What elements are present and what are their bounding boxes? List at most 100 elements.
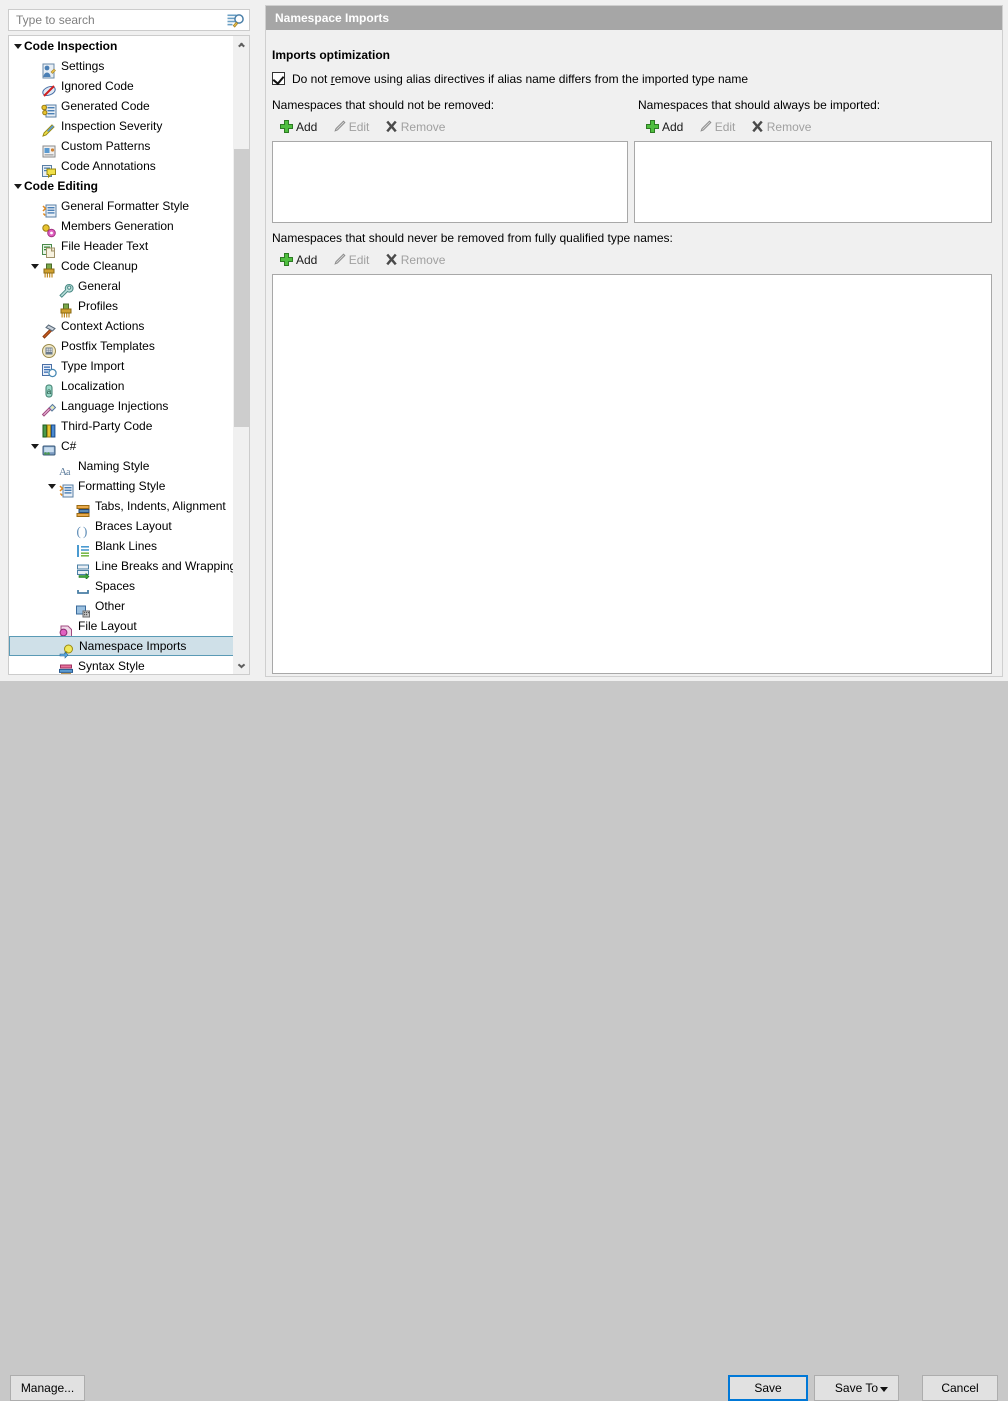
- tree-item-label: Naming Style: [78, 459, 150, 473]
- tree-item-braces-layout[interactable]: () Braces Layout: [9, 516, 235, 539]
- tree-item-custom-patterns[interactable]: Custom Patterns: [9, 136, 235, 158]
- tree-item-namespace-imports[interactable]: Namespace Imports: [9, 636, 235, 659]
- alias-directives-checkbox[interactable]: [272, 72, 285, 86]
- tree-item-blank-lines[interactable]: Blank Lines: [9, 536, 235, 557]
- group-1-listbox[interactable]: [634, 141, 992, 223]
- tree-item-label: Type Import: [61, 359, 125, 373]
- tree-item-label: Tabs, Indents, Alignment: [95, 499, 226, 513]
- pencil-icon: [332, 119, 347, 134]
- tree-scrollbar[interactable]: [233, 36, 249, 674]
- tree-item-label: Code Cleanup: [61, 259, 138, 273]
- chevron-down-icon: [238, 663, 246, 669]
- tree-item-profiles[interactable]: Profiles: [9, 296, 235, 318]
- group-0-add-button[interactable]: Add: [279, 118, 317, 136]
- tree-item-code-annotations[interactable]: Code Annotations: [9, 156, 235, 179]
- tree-item-c[interactable]: C#: [9, 436, 235, 456]
- tree-item-inspection-severity[interactable]: Inspection Severity: [9, 116, 235, 137]
- group-0-remove-label: Remove: [400, 120, 446, 134]
- tree-item-general-formatter-style[interactable]: General Formatter Style: [9, 196, 235, 218]
- tree-item-label: Inspection Severity: [61, 119, 163, 133]
- tree-item-code-cleanup[interactable]: Code Cleanup: [9, 256, 235, 278]
- tree-item-formatting-style[interactable]: Formatting Style: [9, 476, 235, 498]
- cancel-button[interactable]: Cancel: [922, 1375, 998, 1401]
- scroll-up-button[interactable]: [234, 36, 249, 53]
- tree-item-generated-code[interactable]: Generated Code: [9, 96, 235, 118]
- group-2-remove-label: Remove: [400, 253, 446, 267]
- manage-button[interactable]: Manage...: [10, 1375, 85, 1401]
- tree-item-label: Generated Code: [61, 99, 150, 113]
- tree-item-label: Localization: [61, 379, 125, 393]
- settings-tree[interactable]: Code Inspection Settings Ignored Code Gener…: [8, 35, 250, 675]
- tree-item-label: File Layout: [78, 619, 137, 633]
- dialog-footer: Manage... Save Save To Cancel: [0, 681, 1008, 1401]
- tree-item-label: Braces Layout: [95, 519, 172, 533]
- plus-icon: [279, 119, 294, 134]
- tree-item-ignored-code[interactable]: Ignored Code: [9, 76, 235, 97]
- group-0-add-label: Add: [296, 120, 318, 134]
- group-2-listbox[interactable]: [272, 274, 992, 674]
- scroll-down-button[interactable]: [234, 657, 249, 674]
- options-dialog: Type to search Code Inspection Settings Ig…: [0, 0, 1008, 1401]
- group-2-add-label: Add: [296, 253, 318, 267]
- tree-item-label: Namespace Imports: [79, 639, 187, 653]
- tree-item-file-layout[interactable]: File Layout: [9, 616, 235, 637]
- tree-item-file-header-text[interactable]: File Header Text: [9, 236, 235, 258]
- tree-item-label: Ignored Code: [61, 79, 134, 93]
- tree-item-postfix-templates[interactable]: Postfix Templates: [9, 336, 235, 358]
- expand-arrow[interactable]: [13, 176, 24, 196]
- tree-item-label: Code Editing: [24, 179, 98, 193]
- search-input[interactable]: Type to search: [8, 9, 250, 31]
- tree-item-settings[interactable]: Settings: [9, 56, 235, 79]
- tree-item-other[interactable]: Other: [9, 596, 235, 618]
- expand-arrow[interactable]: [30, 256, 41, 276]
- tree-item-code-editing[interactable]: Code Editing: [9, 176, 235, 196]
- tree-item-third-party-code[interactable]: Third-Party Code: [9, 416, 235, 438]
- plus-icon: [279, 252, 294, 267]
- tree-item-code-inspection[interactable]: Code Inspection: [9, 36, 235, 56]
- plus-icon: [645, 119, 660, 134]
- tree-item-localization[interactable]: a Localization: [9, 376, 235, 398]
- tree-item-general[interactable]: General: [9, 276, 235, 298]
- tree-item-label: Members Generation: [61, 219, 174, 233]
- tree-item-label: Line Breaks and Wrapping: [95, 559, 237, 573]
- save-to-button[interactable]: Save To: [814, 1375, 899, 1401]
- group-0-listbox[interactable]: [272, 141, 628, 223]
- tree-item-line-breaks-and-wrapping[interactable]: Line Breaks and Wrapping: [9, 556, 237, 581]
- tree-scrollbar-thumb[interactable]: [234, 149, 249, 427]
- group-2-add-button[interactable]: Add: [279, 251, 317, 269]
- tree-item-label: Spaces: [95, 579, 136, 593]
- tree-item-naming-style[interactable]: Aa Naming Style: [9, 456, 235, 478]
- tree-item-language-injections[interactable]: Language Injections: [9, 396, 235, 417]
- tree-item-label: Language Injections: [61, 399, 169, 413]
- expand-arrow[interactable]: [30, 436, 41, 456]
- tree-item-type-import[interactable]: Type Import: [9, 356, 235, 378]
- group-1-add-button[interactable]: Add: [645, 118, 683, 136]
- chevron-up-icon: [238, 42, 246, 48]
- tree-item-label: Other: [95, 599, 126, 613]
- tree-item-label: Custom Patterns: [61, 139, 151, 153]
- group-2-toolbar: Add Edit Remove: [279, 251, 456, 269]
- tree-item-context-actions[interactable]: Context Actions: [9, 316, 235, 339]
- settings-panel: Namespace Imports Imports optimization D…: [265, 5, 1003, 677]
- save-button[interactable]: Save: [728, 1375, 808, 1401]
- tree-item-tabs-indents-alignment[interactable]: Tabs, Indents, Alignment: [9, 496, 235, 517]
- expand-arrow[interactable]: [13, 36, 24, 56]
- pencil-icon: [332, 252, 347, 267]
- tree-item-syntax-style[interactable]: Syntax Style: [9, 656, 235, 674]
- expand-arrow[interactable]: [47, 476, 58, 496]
- tree-item-label: Blank Lines: [95, 539, 158, 553]
- alias-directives-checkbox-row[interactable]: Do not remove using alias directives if …: [272, 72, 748, 86]
- tree-item-members-generation[interactable]: Members Generation: [9, 216, 235, 238]
- tree-item-spaces[interactable]: Spaces: [9, 576, 235, 596]
- search-icon[interactable]: [227, 13, 245, 29]
